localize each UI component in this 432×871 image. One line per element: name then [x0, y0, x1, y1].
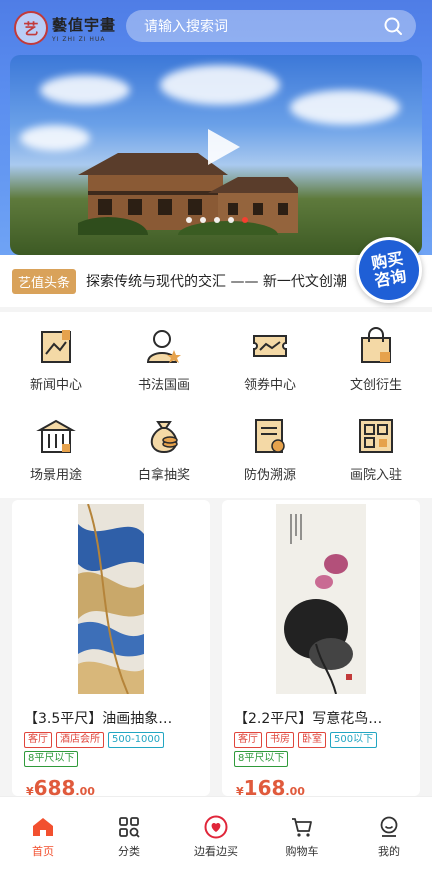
home-icon: [33, 818, 53, 836]
carousel-dot-active[interactable]: [242, 217, 248, 223]
search-icon[interactable]: [384, 17, 402, 35]
grid-label: 书法国画: [137, 378, 190, 393]
product-title: 【2.2平尺】写意花鸟…: [234, 711, 383, 727]
product-tags: 客厅 酒店会所 500-1000 8平尺以下: [24, 732, 204, 767]
price-symbol: ¥: [26, 785, 34, 796]
price-integer: 168: [243, 776, 286, 796]
tab-label: 首页: [32, 845, 54, 858]
shopping-bag-icon: [361, 327, 391, 363]
qr-code-icon: [359, 419, 393, 453]
grid-item-coupons[interactable]: 领券中心: [216, 312, 324, 402]
grid-item-anticounterfeit[interactable]: 防伪溯源: [216, 402, 324, 492]
carousel-indicators: [186, 217, 248, 223]
profile-icon: [380, 816, 398, 837]
grid-item-derivatives[interactable]: 文创衍生: [322, 312, 430, 402]
building-icon: [36, 419, 76, 453]
product-tag: 卧室: [298, 732, 326, 748]
carousel-dot[interactable]: [214, 217, 220, 223]
carousel-dot[interactable]: [228, 217, 234, 223]
product-list: 【3.5平尺】油画抽象… 客厅 酒店会所 500-1000 8平尺以下 ¥688…: [0, 500, 432, 796]
price-integer: 688: [33, 776, 76, 796]
money-bag-icon: [150, 421, 178, 454]
grid-item-news[interactable]: 新闻中心: [2, 312, 110, 402]
product-tag: 书房: [266, 732, 294, 748]
category-icon: [119, 817, 140, 838]
product-price: ¥168.00: [236, 776, 305, 796]
grid-item-calligraphy[interactable]: 书法国画: [110, 312, 218, 402]
logo-text: 藝值宇畫 YI ZHI ZI HUA: [52, 14, 116, 43]
coupon-icon: [253, 335, 287, 357]
grid-label: 领券中心: [243, 378, 296, 393]
product-tag: 客厅: [234, 732, 262, 748]
cart-icon: [292, 818, 312, 837]
product-tag: 500以下: [330, 732, 378, 748]
artist-icon: [146, 330, 181, 363]
logo-subtitle: YI ZHI ZI HUA: [52, 35, 106, 43]
price-decimal: .00: [75, 785, 95, 796]
product-title: 【3.5平尺】油画抽象…: [24, 711, 173, 727]
product-price: ¥688.00: [26, 776, 95, 796]
tab-cart[interactable]: 购物车: [259, 797, 345, 867]
banner-cloud: [160, 65, 280, 105]
tab-live-shopping[interactable]: 边看边买: [173, 797, 259, 867]
certificate-icon: [255, 419, 285, 453]
banner-cloud: [290, 90, 400, 125]
grid-label: 场景用途: [29, 468, 82, 483]
search-placeholder: 请输入搜索词: [144, 19, 228, 35]
tab-label: 我的: [378, 845, 400, 858]
grid-item-lottery[interactable]: 白拿抽奖: [110, 402, 218, 492]
price-decimal: .00: [285, 785, 305, 796]
grid-label: 白拿抽奖: [137, 468, 190, 483]
app-logo[interactable]: 艺 藝值宇畫 YI ZHI ZI HUA: [14, 8, 124, 48]
grid-label: 新闻中心: [29, 378, 82, 393]
banner-carousel[interactable]: [10, 55, 422, 255]
tab-home[interactable]: 首页: [0, 797, 86, 867]
bottom-tab-bar: 首页 分类 边看边买 购物车 我的: [0, 796, 432, 871]
abstract-painting-image: [78, 504, 144, 694]
headline-text[interactable]: 探索传统与现代的交汇 —— 新一代文创潮: [86, 271, 347, 291]
tab-profile[interactable]: 我的: [346, 797, 432, 867]
carousel-dot[interactable]: [200, 217, 206, 223]
product-tags: 客厅 书房 卧室 500以下 8平尺以下: [234, 732, 414, 767]
headline-tag: 艺值头条: [12, 268, 77, 294]
product-tag: 500-1000: [108, 732, 165, 748]
grid-item-scenes[interactable]: 场景用途: [2, 402, 110, 492]
buy-consult-line2: 咨询: [373, 266, 408, 291]
live-heart-icon: [204, 815, 228, 839]
product-tag: 8平尺以下: [24, 751, 79, 767]
logo-title: 藝值宇畫: [52, 15, 117, 34]
tab-label: 边看边买: [194, 845, 238, 858]
product-tag: 酒店会所: [56, 732, 104, 748]
price-symbol: ¥: [236, 785, 244, 796]
feature-grid: 新闻中心 书法国画 领券中心 文创衍生 场景用途 白拿抽奖 防伪溯源 画院入驻: [0, 312, 432, 498]
tab-category[interactable]: 分类: [86, 797, 172, 867]
product-card[interactable]: 【3.5平尺】油画抽象… 客厅 酒店会所 500-1000 8平尺以下 ¥688…: [12, 500, 210, 796]
product-tag: 8平尺以下: [234, 751, 289, 767]
ink-flower-painting-image: [276, 504, 366, 694]
product-tag: 客厅: [24, 732, 52, 748]
logo-seal-icon: 艺: [14, 11, 48, 45]
tab-label: 购物车: [285, 845, 319, 858]
grid-label: 防伪溯源: [243, 468, 296, 483]
grid-item-academy-join[interactable]: 画院入驻: [322, 402, 430, 492]
carousel-dot[interactable]: [186, 217, 192, 223]
tab-label: 分类: [118, 845, 140, 858]
grid-label: 画院入驻: [349, 468, 402, 483]
search-input[interactable]: 请输入搜索词: [126, 10, 416, 42]
banner-cloud: [40, 75, 130, 105]
news-icon: [41, 330, 71, 363]
play-icon[interactable]: [206, 127, 242, 167]
product-card[interactable]: 【2.2平尺】写意花鸟… 客厅 书房 卧室 500以下 8平尺以下 ¥168.0…: [222, 500, 420, 796]
grid-label: 文创衍生: [349, 378, 402, 393]
